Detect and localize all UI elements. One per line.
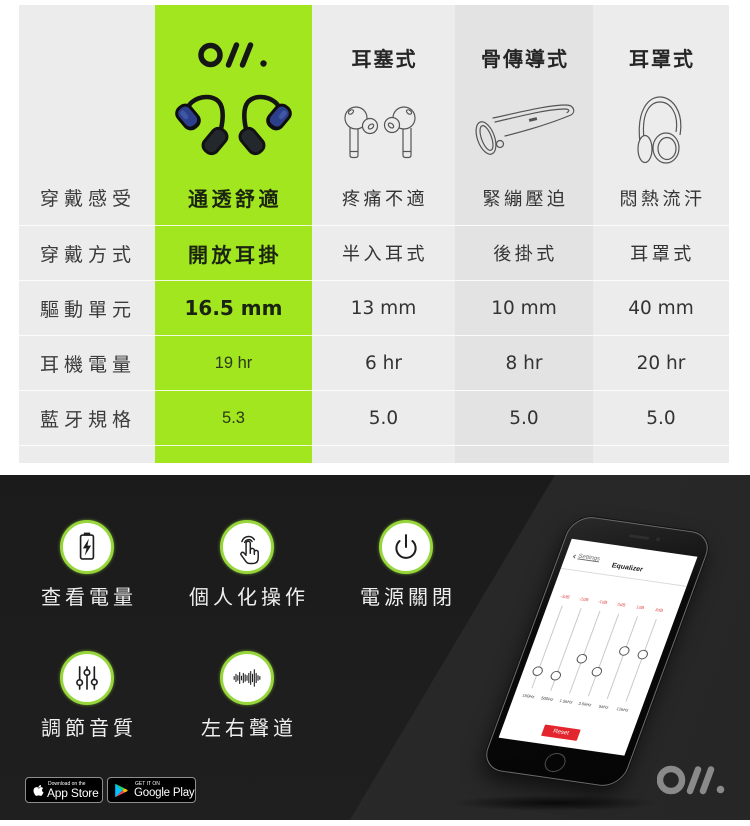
table-footer-cell — [455, 445, 593, 463]
in-ear-value: 5.0 — [312, 390, 455, 445]
bone-conduction-value: 8 hr — [455, 335, 593, 390]
brand-logo — [198, 42, 267, 68]
in-ear-earbuds-icon — [344, 106, 416, 159]
home-button[interactable] — [541, 751, 569, 774]
feature-check-battery: 查看電量 — [12, 520, 162, 609]
oladance-value: 16.5 mm — [155, 280, 312, 335]
bone-conduction-value: 5.0 — [455, 390, 593, 445]
app-store-large-text: App Store — [47, 786, 99, 800]
column-title-in-ear: 耳塞式 — [351, 47, 418, 71]
column-title-over-ear: 耳罩式 — [629, 47, 695, 71]
bone-conduction-value: 後掛式 — [455, 225, 593, 280]
in-ear-value: 13 mm — [312, 280, 455, 335]
feature-icon-circle — [379, 520, 433, 574]
google-play-icon — [115, 783, 128, 798]
row-label: 穿戴方式 — [19, 225, 155, 280]
oladance-value: 通透舒適 — [155, 170, 312, 225]
open-ear-earbuds-icon — [175, 94, 292, 156]
google-play-badge[interactable]: GET IT ON Google Play — [107, 777, 196, 803]
row-label: 穿戴感受 — [19, 170, 155, 225]
band-slider-knob[interactable] — [636, 649, 650, 660]
feature-power-off: 電源關閉 — [331, 520, 481, 609]
over-ear-value: 悶熱流汗 — [593, 170, 729, 225]
sound-wave-icon — [233, 669, 261, 687]
oladance-header-art — [175, 42, 292, 156]
row-label: 驅動單元 — [19, 280, 155, 335]
feature-icon-circle — [220, 520, 274, 574]
bone-conduction-value: 10 mm — [455, 280, 593, 335]
over-ear-value: 40 mm — [593, 280, 729, 335]
header-cell-oladance — [155, 5, 312, 170]
oladance-value: 19 hr — [155, 335, 312, 390]
band-slider-knob[interactable] — [590, 665, 604, 677]
over-ear-value: 20 hr — [593, 335, 729, 390]
tap-gesture-icon — [240, 535, 259, 565]
feature-label: 查看電量 — [41, 585, 137, 609]
header-cell-bone-conduction: 骨傳導式 — [455, 5, 593, 170]
header-cell-over-ear: 耳罩式 — [593, 5, 729, 170]
app-store-badge[interactable]: Download on the App Store — [25, 777, 103, 803]
left-earbud-icon — [175, 94, 229, 156]
feature-label: 調節音質 — [41, 716, 137, 740]
column-title-bone-conduction: 骨傳導式 — [481, 47, 569, 71]
feature-custom-controls: 個人化操作 — [172, 520, 322, 609]
google-play-large-text: Google Play — [134, 787, 195, 799]
in-ear-value: 半入耳式 — [312, 225, 455, 280]
band-slider-knob[interactable] — [530, 666, 545, 677]
equalizer-sliders-icon — [76, 666, 98, 690]
oladance-value: 開放耳掛 — [155, 225, 312, 280]
phone-speaker — [628, 534, 650, 540]
row-label: 耳機電量 — [19, 335, 155, 390]
feature-icon-circle — [60, 520, 114, 574]
phone-shadow — [450, 795, 660, 811]
feature-icon-circle — [220, 651, 274, 705]
brand-logo — [657, 765, 725, 795]
phone-camera — [655, 537, 661, 542]
band-frequency: 12kHz — [615, 706, 630, 713]
over-ear-headphones-icon — [637, 96, 682, 164]
feature-label: 電源關閉 — [360, 585, 456, 609]
feature-left-right-channel: 左右聲道 — [172, 651, 322, 740]
battery-charging-icon — [79, 532, 95, 560]
over-ear-value: 耳罩式 — [593, 225, 729, 280]
band-slider-knob[interactable] — [575, 653, 589, 665]
table-footer-cell — [155, 445, 312, 463]
right-earbud-icon — [238, 94, 292, 156]
band-gain: 3dB — [654, 607, 664, 613]
band-slider-knob[interactable] — [549, 670, 563, 682]
header-cell-in-ear: 耳塞式 — [312, 5, 455, 170]
oladance-value: 5.3 — [155, 390, 312, 445]
table-footer-cell — [19, 445, 155, 463]
in-ear-value: 6 hr — [312, 335, 455, 390]
in-ear-value: 疼痛不適 — [312, 170, 455, 225]
feature-label: 左右聲道 — [201, 716, 297, 740]
table-footer-cell — [593, 445, 729, 463]
row-label: 藍牙規格 — [19, 390, 155, 445]
power-icon — [395, 534, 417, 559]
over-ear-value: 5.0 — [593, 390, 729, 445]
table-footer-cell — [312, 445, 455, 463]
feature-icon-circle — [60, 651, 114, 705]
feature-label: 個人化操作 — [189, 585, 309, 609]
band-slider-knob[interactable] — [617, 645, 631, 657]
app-features-section: 查看電量 個人化操作 電源關閉 調節音質 左右聲道 Download on th… — [0, 475, 750, 820]
bone-conduction-headphones-icon — [475, 104, 575, 155]
apple-icon — [33, 785, 44, 796]
feature-adjust-sound: 調節音質 — [12, 651, 162, 740]
header-cell-empty — [19, 5, 155, 170]
bone-conduction-value: 緊繃壓迫 — [455, 170, 593, 225]
comparison-table: 耳塞式 骨傳導式 耳罩式 穿戴感受 通透舒適 疼痛不適 緊繃壓迫 悶熱流汗 穿戴… — [19, 5, 729, 463]
